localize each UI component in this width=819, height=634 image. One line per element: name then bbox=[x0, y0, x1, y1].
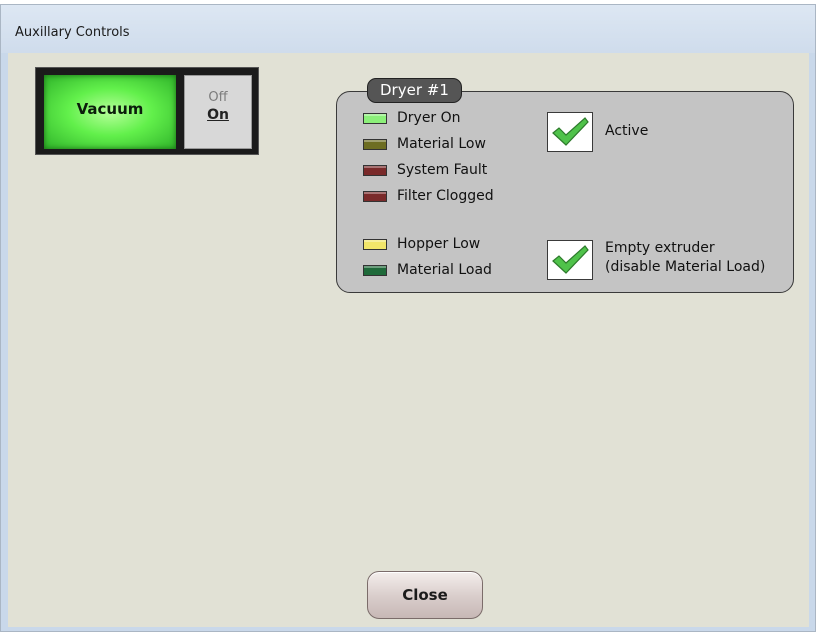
filter-clogged-led-icon bbox=[363, 190, 387, 202]
dryer-group: Dryer #1 Dryer On Material Low System Fa… bbox=[336, 78, 794, 293]
indicator-label: Filter Clogged bbox=[397, 188, 494, 204]
vacuum-on-label: On bbox=[207, 107, 229, 123]
hopper-low-led-icon bbox=[363, 238, 387, 250]
indicator-label: Material Load bbox=[397, 262, 492, 278]
title-bar: Auxillary Controls bbox=[1, 5, 815, 53]
active-label: Active bbox=[605, 123, 649, 139]
indicator-material-low: Material Low bbox=[363, 134, 486, 154]
dryer-title: Dryer #1 bbox=[367, 78, 462, 103]
vacuum-button[interactable]: Vacuum bbox=[44, 75, 176, 149]
indicator-system-fault: System Fault bbox=[363, 160, 487, 180]
vacuum-state-indicator[interactable]: Off On bbox=[184, 75, 252, 149]
active-checkbox[interactable] bbox=[547, 112, 593, 152]
material-load-led-icon bbox=[363, 264, 387, 276]
indicator-filter-clogged: Filter Clogged bbox=[363, 186, 494, 206]
vacuum-off-label: Off bbox=[208, 90, 228, 105]
indicator-label: Dryer On bbox=[397, 110, 461, 126]
checkmark-icon bbox=[552, 245, 589, 274]
empty-extruder-label-line2: (disable Material Load) bbox=[605, 259, 766, 275]
dryer-on-led-icon bbox=[363, 112, 387, 124]
vacuum-button-label: Vacuum bbox=[76, 100, 144, 118]
close-button[interactable]: Close bbox=[367, 571, 483, 619]
indicator-label: Material Low bbox=[397, 136, 486, 152]
indicator-material-load: Material Load bbox=[363, 260, 492, 280]
empty-extruder-label: Empty extruder (disable Material Load) bbox=[605, 239, 765, 277]
checkmark-icon bbox=[552, 117, 589, 146]
window-client-area: Vacuum Off On Dryer #1 Dryer On Material… bbox=[8, 53, 809, 627]
vacuum-toggle[interactable]: Vacuum Off On bbox=[35, 67, 259, 155]
material-low-led-icon bbox=[363, 138, 387, 150]
indicator-hopper-low: Hopper Low bbox=[363, 234, 480, 254]
empty-extruder-label-line1: Empty extruder bbox=[605, 240, 715, 256]
empty-extruder-checkbox[interactable] bbox=[547, 240, 593, 280]
system-fault-led-icon bbox=[363, 164, 387, 176]
indicator-dryer-on: Dryer On bbox=[363, 108, 461, 128]
window-title: Auxillary Controls bbox=[15, 25, 130, 40]
close-button-label: Close bbox=[402, 586, 448, 604]
auxillary-controls-window: Auxillary Controls Vacuum Off On Dryer #… bbox=[0, 4, 816, 632]
indicator-label: Hopper Low bbox=[397, 236, 481, 252]
indicator-label: System Fault bbox=[397, 162, 488, 178]
